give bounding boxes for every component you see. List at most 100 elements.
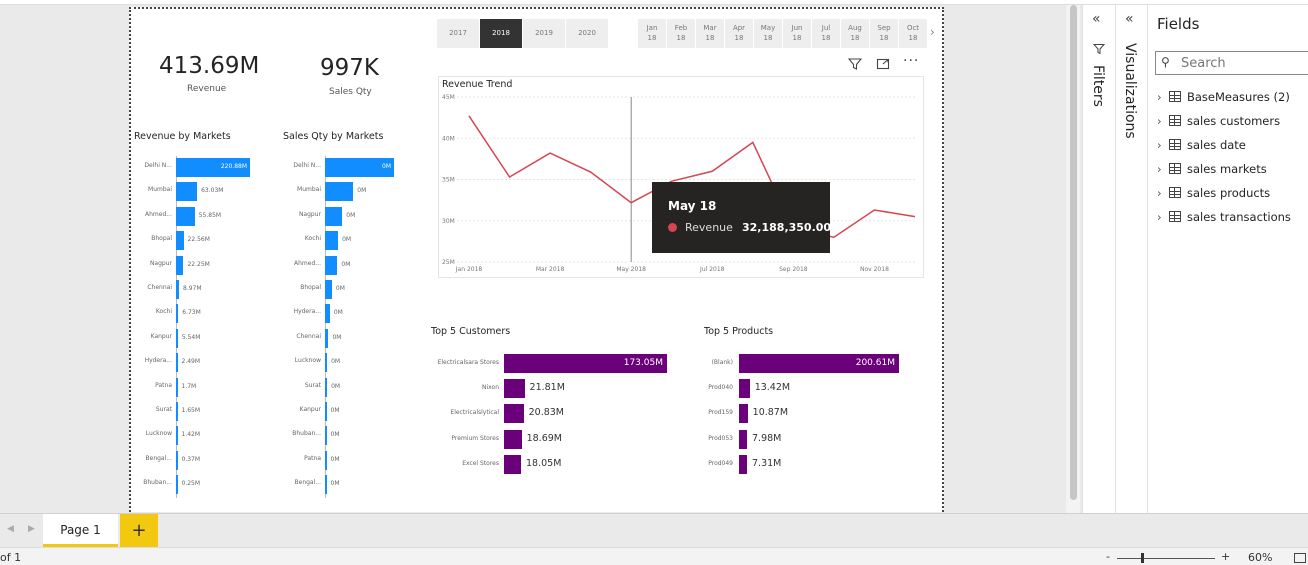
month-slicer-item-may[interactable]: May 18 [754,19,782,48]
field-table-item[interactable]: › sales transactions [1157,210,1291,228]
tab-page-1[interactable]: Page 1 [43,514,118,547]
bar[interactable] [325,328,329,348]
bar[interactable] [176,182,198,202]
revenue-data-point[interactable] [507,175,512,180]
prev-page-icon[interactable]: ◀ [7,524,14,534]
bar[interactable] [176,402,178,421]
field-table-item[interactable]: › sales customers [1157,114,1280,132]
month-slicer-item-aug[interactable]: Aug 18 [841,19,869,48]
bar[interactable] [176,304,179,324]
top5-bar[interactable] [739,379,750,399]
bar[interactable] [176,450,178,470]
month-slicer-item-jun[interactable]: Jun 18 [783,19,811,48]
collapse-visualizations-icon[interactable]: « [1125,11,1134,27]
status-bar: of 1 - + 60% [0,547,1308,565]
bar[interactable] [325,426,327,446]
bar-category-label: Surat [304,381,321,389]
year-slicer-item-2017[interactable]: 2017 [437,19,479,48]
fit-to-page-icon[interactable] [1294,553,1306,563]
bar[interactable] [325,280,332,299]
revenue-data-point[interactable] [467,113,472,118]
zoom-in-button[interactable]: + [1221,550,1230,563]
filters-pane-label[interactable]: Filters [1090,65,1106,107]
bar[interactable] [325,304,330,324]
filters-pane[interactable]: « Filters [1082,5,1115,513]
collapse-filters-icon[interactable]: « [1092,11,1101,27]
fields-pane-title: Fields [1157,15,1200,33]
year-slicer-item-2020[interactable]: 2020 [566,19,608,48]
month-slicer-item-jul[interactable]: Jul 18 [812,19,840,48]
more-options-icon[interactable]: ··· [903,53,919,69]
bar[interactable] [176,377,178,397]
bar[interactable] [325,231,339,251]
month-slicer-item-jan[interactable]: Jan 18 [638,19,666,48]
add-page-button[interactable]: + [120,514,158,547]
revenue-data-point[interactable] [629,200,634,205]
bar[interactable] [176,255,184,275]
field-table-item[interactable]: › BaseMeasures (2) [1157,90,1290,108]
bar[interactable] [325,450,327,470]
field-table-item[interactable]: › sales date [1157,138,1246,156]
revenue-data-point[interactable] [548,151,553,156]
zoom-out-button[interactable]: - [1106,550,1110,563]
top5-bar[interactable] [504,379,525,399]
visualizations-pane-label[interactable]: Visualizations [1122,43,1138,139]
scrollbar-thumb[interactable] [1070,5,1077,500]
field-table-item[interactable]: › sales products [1157,186,1270,204]
bar[interactable] [325,353,328,373]
month-slicer-item-apr[interactable]: Apr 18 [725,19,753,48]
revenue-data-point[interactable] [913,214,918,219]
bar[interactable] [325,475,327,495]
bar[interactable] [176,426,178,446]
month-slicer-item-feb[interactable]: Feb 18 [667,19,695,48]
canvas-scrollbar[interactable] [1066,5,1080,513]
bar[interactable] [325,206,343,226]
bar[interactable] [176,206,195,226]
fields-search-input[interactable] [1181,55,1308,71]
bar[interactable] [176,280,179,299]
year-slicer-item-2018[interactable]: 2018 [480,19,522,48]
year-slicer-item-2019[interactable]: 2019 [523,19,565,48]
bar[interactable] [325,377,328,397]
month-slicer-next-icon[interactable]: › [930,25,935,39]
top5-bar[interactable] [504,454,521,474]
revenue-data-point[interactable] [750,140,755,145]
revenue-data-point[interactable] [588,170,593,175]
month-label: Jan [646,24,658,32]
next-page-icon[interactable]: ▶ [28,524,35,534]
month-slicer-item-oct[interactable]: Oct 18 [899,19,927,48]
top5-data-label: 21.81M [529,382,565,394]
top5-bar[interactable] [739,454,747,474]
chevron-right-icon[interactable]: › [1157,138,1169,152]
revenue-data-point[interactable] [872,208,877,213]
chevron-right-icon[interactable]: › [1157,186,1169,200]
fields-search-box[interactable]: ⚲ [1155,51,1308,75]
bar[interactable] [325,255,338,275]
zoom-level[interactable]: 60% [1248,551,1272,564]
top5-bar[interactable] [504,429,522,449]
top5-bar[interactable] [739,404,748,424]
chevron-right-icon[interactable]: › [1157,210,1169,224]
chevron-right-icon[interactable]: › [1157,114,1169,128]
top5-bar[interactable] [739,429,747,449]
chevron-right-icon[interactable]: › [1157,90,1169,104]
revenue-data-point[interactable] [710,169,715,174]
bar[interactable] [176,328,178,348]
focus-mode-icon[interactable] [876,57,890,75]
revenue-data-point[interactable] [831,235,836,240]
month-slicer-item-sep[interactable]: Sep 18 [870,19,898,48]
visualizations-pane[interactable]: « Visualizations [1115,5,1147,513]
month-slicer-item-mar[interactable]: Mar 18 [696,19,724,48]
bar[interactable] [176,353,178,373]
field-table-item[interactable]: › sales markets [1157,162,1267,180]
qty-by-markets-title: Sales Qty by Markets [283,131,384,142]
filter-icon[interactable] [847,57,863,75]
bar[interactable] [325,402,327,421]
bar[interactable] [325,182,354,202]
zoom-slider[interactable] [1117,558,1215,559]
zoom-slider-thumb[interactable] [1141,553,1144,563]
bar[interactable] [176,475,178,495]
top5-bar[interactable] [504,404,524,424]
bar[interactable] [176,231,184,251]
chevron-right-icon[interactable]: › [1157,162,1169,176]
